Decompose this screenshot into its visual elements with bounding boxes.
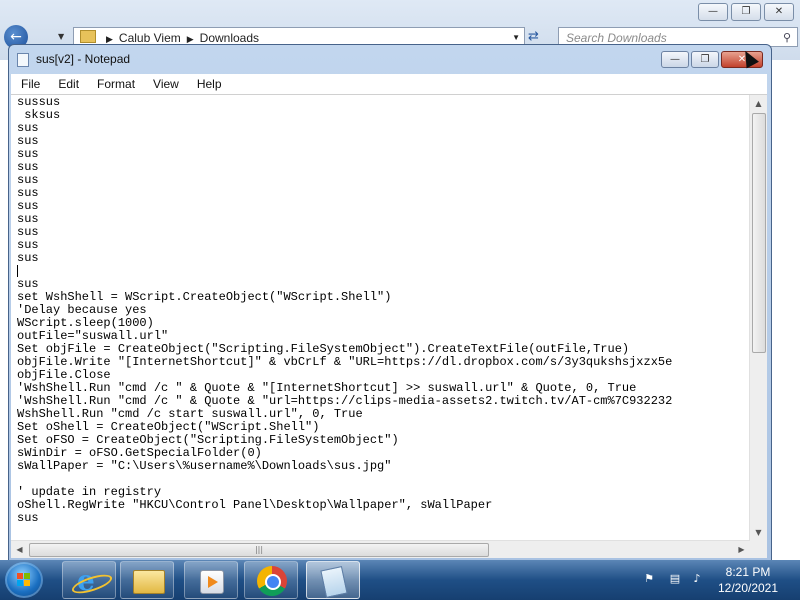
notepad-icon bbox=[320, 566, 348, 598]
minimize-button[interactable]: — bbox=[661, 51, 689, 68]
breadcrumb-user[interactable]: Calub Viem bbox=[119, 31, 181, 45]
menu-view[interactable]: View bbox=[144, 74, 188, 94]
text-line[interactable]: sus bbox=[17, 122, 745, 135]
text-line[interactable]: sus bbox=[17, 512, 745, 525]
text-caret bbox=[17, 265, 18, 277]
text-line[interactable]: sus bbox=[17, 161, 745, 174]
history-dropdown-icon[interactable]: ▼ bbox=[58, 32, 64, 41]
explorer-maximize-button[interactable]: ❐ bbox=[731, 3, 761, 21]
clock-date: 12/20/2021 bbox=[717, 581, 779, 595]
vertical-scroll-thumb[interactable] bbox=[752, 113, 766, 353]
scroll-left-icon[interactable]: ◀ bbox=[11, 541, 28, 558]
clock-time: 8:21 PM bbox=[725, 565, 771, 579]
horizontal-scroll-thumb[interactable]: ||| bbox=[29, 543, 489, 557]
refresh-icon[interactable]: ⇄ bbox=[528, 29, 539, 44]
menu-help[interactable]: Help bbox=[188, 74, 231, 94]
text-content[interactable]: sussus sksus sus sus sus sus sus sus sus sus sus s… bbox=[17, 96, 745, 536]
system-clock[interactable]: 8:21 PM 12/20/2021 bbox=[706, 564, 790, 596]
taskbar-internet-explorer[interactable]: e bbox=[62, 561, 116, 599]
text-editor[interactable]: sussus sksus sus sus sus sus sus sus sus sus sus s… bbox=[11, 94, 767, 558]
scroll-down-icon[interactable]: ▼ bbox=[750, 524, 767, 541]
vertical-scrollbar[interactable]: ▲ ▼ bbox=[749, 95, 767, 541]
explorer-window-controls: — ❐ ✕ bbox=[698, 3, 794, 21]
text-line[interactable]: sus bbox=[17, 148, 745, 161]
volume-icon[interactable]: ♪ bbox=[690, 572, 704, 586]
folder-icon bbox=[80, 30, 96, 43]
menu-bar: File Edit Format View Help bbox=[11, 74, 767, 94]
breadcrumb-downloads[interactable]: Downloads bbox=[200, 31, 259, 45]
taskbar: e ⚑ ▤ ♪ 8:21 PM 12/20/2021 bbox=[0, 560, 800, 600]
windows-logo-icon bbox=[17, 573, 31, 587]
text-line[interactable]: oShell.RegWrite "HKCU\Control Panel\Desk… bbox=[17, 499, 745, 512]
menu-edit[interactable]: Edit bbox=[49, 74, 88, 94]
internet-explorer-icon: e bbox=[77, 564, 95, 597]
network-icon[interactable]: ▤ bbox=[668, 572, 682, 586]
chrome-icon bbox=[257, 566, 287, 596]
text-line[interactable]: sussus bbox=[17, 96, 745, 109]
taskbar-media-player[interactable] bbox=[184, 561, 238, 599]
horizontal-scrollbar[interactable]: ◀ ||| ▶ bbox=[11, 540, 750, 558]
notepad-app-icon[interactable] bbox=[17, 53, 29, 67]
chevron-right-icon: ▶ bbox=[106, 34, 113, 44]
taskbar-chrome[interactable] bbox=[244, 561, 298, 599]
taskbar-windows-explorer[interactable] bbox=[120, 561, 174, 599]
notepad-window: sus[v2] - Notepad — ❐ ✕ File Edit Format… bbox=[8, 44, 772, 564]
explorer-minimize-button[interactable]: — bbox=[698, 3, 728, 21]
text-line[interactable]: sus bbox=[17, 213, 745, 226]
chevron-right-icon: ▶ bbox=[186, 34, 194, 44]
action-center-flag-icon[interactable]: ⚑ bbox=[642, 572, 656, 586]
start-button[interactable] bbox=[5, 562, 43, 598]
text-line[interactable]: objFile.Write "[InternetShortcut]" & vbC… bbox=[17, 356, 745, 369]
explorer-close-button[interactable]: ✕ bbox=[764, 3, 794, 21]
media-player-icon bbox=[200, 570, 224, 594]
text-line[interactable]: sWallPaper = "C:\Users\%username%\Downlo… bbox=[17, 460, 745, 473]
text-line[interactable]: sus bbox=[17, 174, 745, 187]
scroll-right-icon[interactable]: ▶ bbox=[733, 541, 750, 558]
text-line[interactable]: sus bbox=[17, 135, 745, 148]
text-line[interactable]: sksus bbox=[17, 109, 745, 122]
taskbar-notepad[interactable] bbox=[306, 561, 360, 599]
text-line[interactable]: sus bbox=[17, 252, 745, 265]
text-line[interactable]: sus bbox=[17, 226, 745, 239]
menu-format[interactable]: Format bbox=[88, 74, 144, 94]
search-icon[interactable]: ⚲ bbox=[783, 28, 791, 48]
text-line[interactable]: sus bbox=[17, 239, 745, 252]
folder-icon bbox=[133, 570, 165, 594]
scroll-up-icon[interactable]: ▲ bbox=[750, 95, 767, 112]
text-line[interactable]: sus bbox=[17, 187, 745, 200]
text-line[interactable] bbox=[17, 265, 745, 278]
maximize-button[interactable]: ❐ bbox=[691, 51, 719, 68]
window-title: sus[v2] - Notepad bbox=[36, 52, 131, 66]
search-placeholder: Search Downloads bbox=[566, 31, 667, 45]
title-bar[interactable]: sus[v2] - Notepad — ❐ ✕ bbox=[9, 45, 771, 75]
menu-file[interactable]: File bbox=[11, 74, 49, 94]
scrollbar-corner bbox=[750, 541, 767, 558]
text-line[interactable]: sus bbox=[17, 200, 745, 213]
